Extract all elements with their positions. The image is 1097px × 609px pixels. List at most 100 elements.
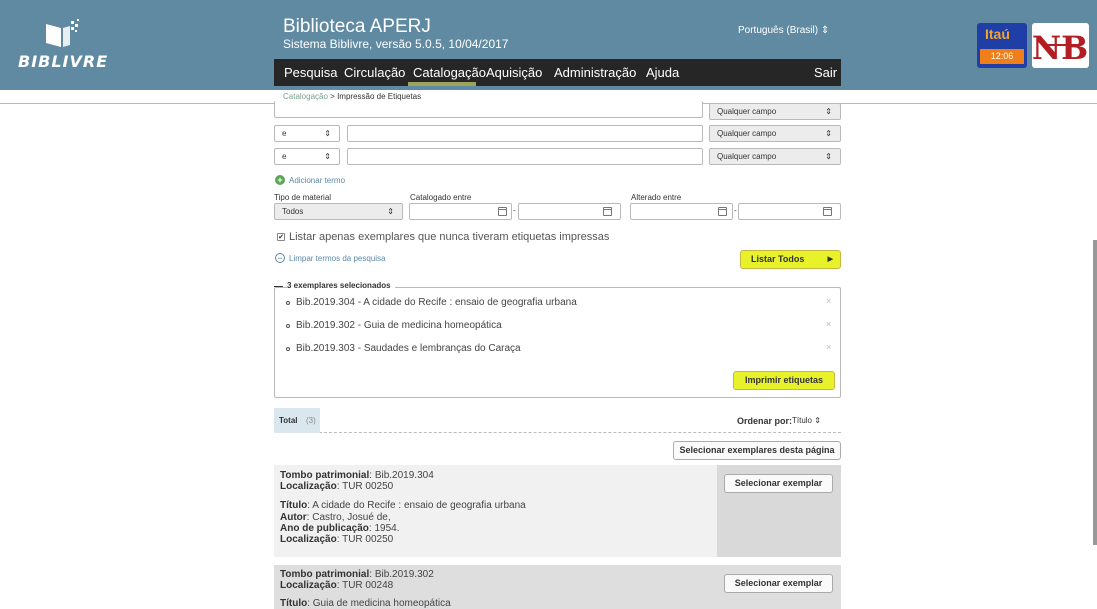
- menu-item-pesquisa[interactable]: Pesquisa: [284, 65, 337, 80]
- list-all-label: Listar Todos: [751, 254, 805, 264]
- panel-legend-line: [274, 286, 283, 287]
- location-line: Localização: TUR 00248: [280, 580, 394, 591]
- biblivre-logo[interactable]: BIBLIVRE: [18, 18, 118, 78]
- tombo-label: Tombo patrimonial: [280, 470, 370, 481]
- menu-item-administracao[interactable]: Administração: [554, 65, 636, 80]
- select-arrow-icon: ⇕: [825, 107, 832, 116]
- selected-item-3: Bib.2019.303 - Saudades e lembranças do …: [296, 343, 521, 354]
- app-window: BIBLIVRE Biblioteca APERJ Sistema Bibliv…: [0, 0, 1097, 609]
- bullet-icon: [286, 301, 290, 305]
- calendar-icon[interactable]: [823, 207, 832, 216]
- search-term-input-1[interactable]: [274, 101, 703, 118]
- order-by-label: Ordenar por:: [737, 416, 793, 426]
- title-line: Título: Guia de medicina homeopática: [280, 598, 451, 609]
- selected-item-1: Bib.2019.304 - A cidade do Recife : ensa…: [296, 297, 577, 308]
- menu-item-circulacao[interactable]: Circulação: [344, 65, 405, 80]
- breadcrumb-separator: >: [330, 92, 335, 101]
- add-icon[interactable]: +: [275, 175, 285, 185]
- material-type-select[interactable]: Todos ⇕: [274, 203, 403, 220]
- material-type-value: Todos: [282, 207, 304, 216]
- language-arrow-icon: ⇕: [820, 25, 830, 36]
- title-line: Título: A cidade do Recife : ensaio de g…: [280, 500, 526, 511]
- total-label: Total: [279, 416, 298, 425]
- catalogued-start-date[interactable]: [409, 203, 512, 220]
- changed-start-date[interactable]: [630, 203, 733, 220]
- operator-select-3[interactable]: e ⇕: [274, 148, 340, 165]
- results-summary-bar: Total (3) Ordenar por: Título ⇕: [274, 408, 841, 433]
- search-term-input-3[interactable]: [347, 148, 703, 165]
- calendar-icon[interactable]: [498, 207, 507, 216]
- menu-active-indicator: [408, 82, 476, 86]
- breadcrumb-catalogacao[interactable]: Catalogação: [283, 92, 328, 101]
- select-arrow-icon: ⇕: [825, 152, 832, 161]
- location-value: TUR 00250: [342, 534, 394, 545]
- selected-item-2: Bib.2019.302 - Guia de medicina homeopát…: [296, 320, 502, 331]
- select-item-button[interactable]: Selecionar exemplar: [724, 574, 833, 593]
- location-label: Localização: [280, 534, 337, 545]
- select-arrow-icon: ⇕: [324, 129, 331, 138]
- menu-item-catalogacao[interactable]: Catalogação: [413, 65, 486, 80]
- total-count: (3): [306, 416, 316, 425]
- field-select-3[interactable]: Qualquer campo ⇕: [709, 148, 841, 165]
- changed-end-date[interactable]: [738, 203, 841, 220]
- field-select-2[interactable]: Qualquer campo ⇕: [709, 125, 841, 142]
- bank-name: Itaú: [985, 26, 1010, 42]
- location-label: Localização: [280, 481, 337, 492]
- operator-select-2[interactable]: e ⇕: [274, 125, 340, 142]
- catalogued-end-date[interactable]: [518, 203, 621, 220]
- language-value: Português (Brasil): [738, 25, 819, 36]
- add-term-link[interactable]: Adicionar termo: [289, 176, 345, 185]
- institution-seal: NB: [1032, 23, 1089, 68]
- author-line: Autor: Castro, Josué de,: [280, 512, 391, 523]
- total-chip: Total (3): [274, 408, 320, 433]
- result-card: Selecionar exemplar Tombo patrimonial: B…: [274, 465, 841, 557]
- result-card: Selecionar exemplar Tombo patrimonial: B…: [274, 565, 841, 609]
- tombo-value: Bib.2019.302: [374, 569, 434, 580]
- scrollbar-thumb[interactable]: [1093, 240, 1097, 545]
- remove-icon[interactable]: ×: [826, 319, 831, 329]
- select-arrow-icon: ⇕: [814, 416, 821, 425]
- calendar-icon[interactable]: [603, 207, 612, 216]
- clear-icon[interactable]: −: [275, 253, 285, 263]
- tombo-label: Tombo patrimonial: [280, 569, 370, 580]
- date-range-separator: -: [513, 206, 516, 215]
- list-all-button[interactable]: Listar Todos ▶: [740, 250, 841, 269]
- location-line: Localização: TUR 00250: [280, 481, 394, 492]
- select-item-button[interactable]: Selecionar exemplar: [724, 474, 833, 493]
- title-label: Título: [280, 598, 308, 609]
- operator-value: e: [282, 129, 287, 138]
- catalogued-between-label: Catalogado entre: [410, 193, 472, 202]
- arrow-right-icon: ▶: [827, 256, 833, 263]
- changed-between-label: Alterado entre: [631, 193, 682, 202]
- location-value: TUR 00248: [342, 580, 394, 591]
- calendar-icon[interactable]: [718, 207, 727, 216]
- author-value: Castro, Josué de,: [312, 512, 391, 523]
- logo-text: BIBLIVRE: [18, 52, 109, 71]
- tombo-line: Tombo patrimonial: Bib.2019.302: [280, 569, 434, 580]
- never-printed-checkbox[interactable]: ✔: [277, 233, 285, 241]
- logout-link[interactable]: Sair: [814, 65, 837, 80]
- title-value: A cidade do Recife : ensaio de geografia…: [312, 500, 526, 511]
- print-labels-button[interactable]: Imprimir etiquetas: [733, 371, 835, 390]
- location-value: TUR 00250: [342, 481, 394, 492]
- order-by-select[interactable]: Título ⇕: [792, 416, 821, 425]
- menu-item-aquisicao[interactable]: Aquisição: [486, 65, 542, 80]
- remove-icon[interactable]: ×: [826, 296, 831, 306]
- itau-badge: Itaú 12:06: [977, 23, 1027, 68]
- book-logo-icon: [46, 19, 79, 47]
- title-label: Título: [280, 500, 308, 511]
- operator-value: e: [282, 152, 287, 161]
- search-term-input-2[interactable]: [347, 125, 703, 142]
- select-arrow-icon: ⇕: [324, 152, 331, 161]
- clear-terms-link[interactable]: Limpar termos da pesquisa: [289, 254, 386, 263]
- menu-item-ajuda[interactable]: Ajuda: [646, 65, 679, 80]
- tombo-line: Tombo patrimonial: Bib.2019.304: [280, 470, 434, 481]
- remove-icon[interactable]: ×: [826, 342, 831, 352]
- date-range-separator: -: [734, 206, 737, 215]
- field-select-value: Qualquer campo: [717, 107, 777, 116]
- main-menu: Pesquisa Circulação Catalogação Aquisiçã…: [274, 59, 841, 86]
- select-page-items-button[interactable]: Selecionar exemplares desta página: [673, 441, 841, 460]
- language-select[interactable]: Português (Brasil) ⇕: [738, 25, 829, 36]
- selected-count-title: 3 exemplares selecionados: [287, 281, 395, 290]
- field-select-1[interactable]: Qualquer campo ⇕: [709, 103, 841, 120]
